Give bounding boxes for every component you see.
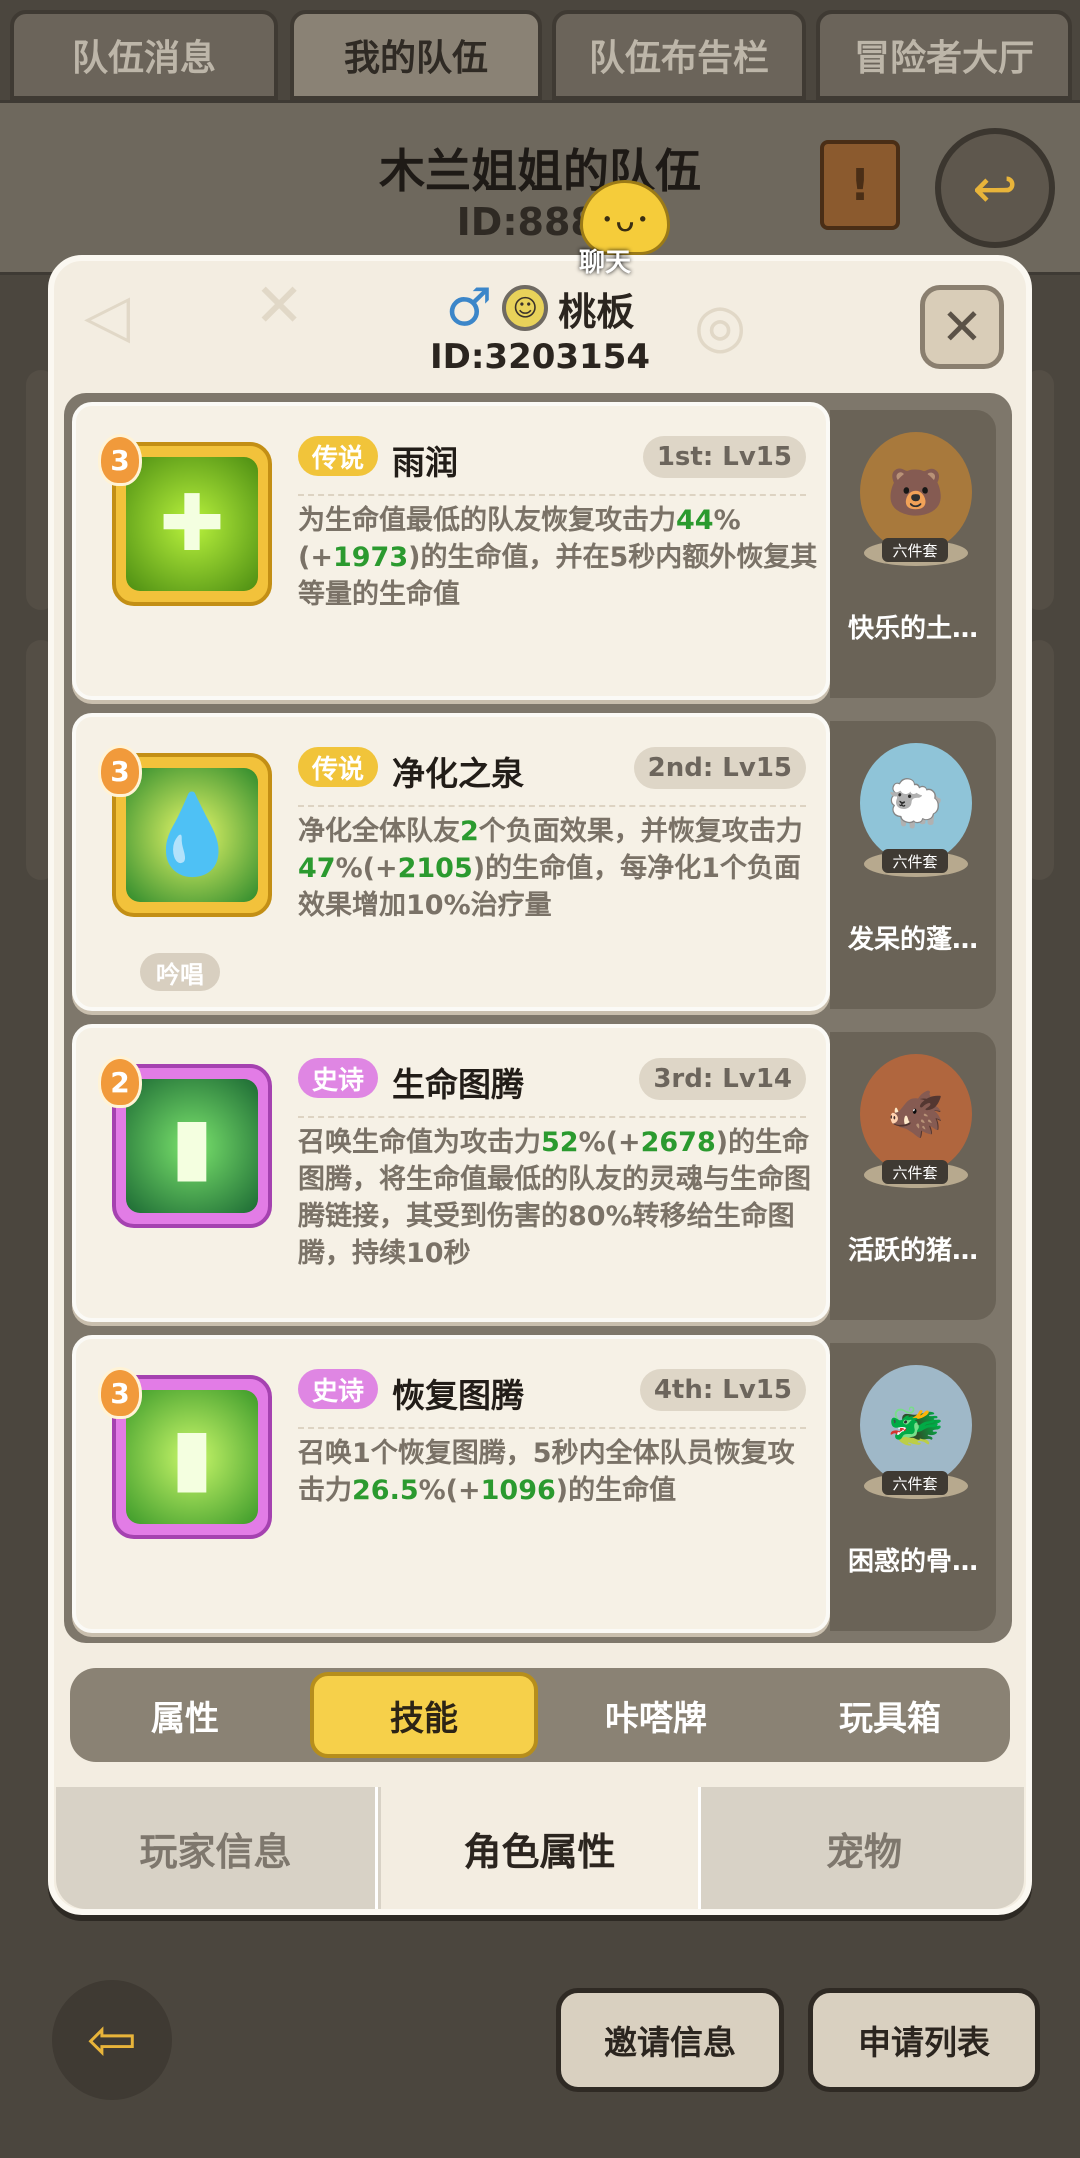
male-icon: ♂ (445, 278, 493, 338)
tab-attributes[interactable]: 属性 (70, 1668, 300, 1762)
top-tab-bar: 队伍消息 我的队伍 队伍布告栏 冒险者大厅 (0, 0, 1080, 105)
pet-name: 困惑的骨… (847, 1547, 978, 1577)
set-tag: 六件套 (882, 1471, 948, 1495)
skill-level-badge: 2 (98, 1056, 142, 1108)
divider (298, 1427, 806, 1429)
tab-character-attributes[interactable]: 角色属性 (381, 1787, 701, 1909)
skill-card[interactable]: ▮ 2 史诗 生命图腾 3rd: Lv14 召唤生命值为攻击力52%(+2678… (72, 1024, 830, 1322)
close-icon: ✕ (941, 298, 983, 356)
divider (298, 494, 806, 496)
pet-name: 发呆的蓬… (847, 925, 978, 955)
avatar: ☺ (502, 285, 549, 331)
exit-team-icon[interactable]: ↩ (935, 128, 1055, 248)
tab-team-messages[interactable]: 队伍消息 (10, 10, 278, 100)
pet-name: 快乐的土… (847, 614, 978, 644)
skill-name: 净化之泉 (392, 754, 524, 793)
set-tag: 六件套 (882, 538, 948, 562)
pet-figure-image: 🐑 (860, 743, 972, 863)
skill-description: 净化全体队友2个负面效果，并恢复攻击力47%(+2105)的生命值，每净化1个负… (298, 816, 803, 921)
skill-level-badge: 3 (98, 745, 142, 797)
player-header: ♂ ☺ 桃板 (0, 278, 1080, 338)
skill-level-badge: 3 (98, 434, 142, 486)
skill-name: 生命图腾 (392, 1065, 524, 1104)
player-name: 桃板 (558, 289, 635, 334)
skill-description: 召唤生命值为攻击力52%(+2678)的生命图腾，将生命值最低的队友的灵魂与生命… (298, 1127, 811, 1269)
pet-card[interactable]: 🐲 六件套 困惑的骨… (830, 1343, 996, 1631)
dialog-bottom-tabs: 玩家信息 角色属性 宠物 (56, 1787, 1024, 1909)
tab-player-info[interactable]: 玩家信息 (56, 1787, 378, 1909)
pet-card[interactable]: 🐑 六件套 发呆的蓬… (830, 721, 996, 1009)
apply-list-button[interactable]: 申请列表 (808, 1988, 1040, 2092)
skill-card[interactable]: ▮ 3 史诗 恢复图腾 4th: Lv15 召唤1个恢复图腾，5秒内全体队员恢复… (72, 1335, 830, 1633)
sub-tab-bar: 属性 技能 咔嗒牌 玩具箱 (70, 1668, 1010, 1762)
rarity-badge: 传说 (298, 436, 379, 476)
chat-label[interactable]: 聊天 (565, 242, 645, 279)
tab-toybox[interactable]: 玩具箱 (774, 1668, 1006, 1762)
rarity-badge: 传说 (298, 747, 379, 787)
pet-card[interactable]: 🐗 六件套 活跃的猪… (830, 1032, 996, 1320)
team-id: ID:8886 (456, 200, 624, 244)
skill-name: 雨润 (392, 443, 458, 482)
skill-slot-level: 1st: Lv15 (642, 436, 806, 478)
tab-cards[interactable]: 咔嗒牌 (540, 1668, 772, 1762)
back-arrow-icon[interactable]: ⇦ (52, 1980, 172, 2100)
skill-level-badge: 3 (98, 1367, 142, 1419)
divider (298, 1116, 806, 1118)
team-title: 木兰姐姐的队伍 (379, 144, 701, 198)
rarity-badge: 史诗 (298, 1058, 379, 1098)
pet-figure-image: 🐻 (860, 432, 972, 552)
pet-name: 活跃的猪… (847, 1236, 978, 1266)
skill-description: 召唤1个恢复图腾，5秒内全体队员恢复攻击力26.5%(+1096)的生命值 (298, 1438, 795, 1506)
skill-slot-level: 4th: Lv15 (639, 1369, 806, 1411)
notice-board-icon[interactable]: ! (820, 140, 900, 230)
skill-description: 为生命值最低的队友恢复攻击力44%(+1973)的生命值，并在5秒内额外恢复其等… (298, 505, 818, 610)
tab-team-bulletin[interactable]: 队伍布告栏 (552, 10, 806, 100)
skill-slot-level: 2nd: Lv15 (633, 747, 806, 789)
invite-info-button[interactable]: 邀请信息 (556, 1988, 784, 2092)
skill-slot-level: 3rd: Lv14 (639, 1058, 806, 1100)
rarity-badge: 史诗 (298, 1369, 379, 1409)
skill-card[interactable]: 💧 3 传说 净化之泉 2nd: Lv15 净化全体队友2个负面效果，并恢复攻击… (72, 713, 830, 1011)
close-button[interactable]: ✕ (920, 285, 1004, 369)
skill-name: 恢复图腾 (392, 1376, 524, 1415)
pet-card[interactable]: 🐻 六件套 快乐的土… (830, 410, 996, 698)
set-tag: 六件套 (882, 849, 948, 873)
pet-figure-image: 🐗 (860, 1054, 972, 1174)
set-tag: 六件套 (882, 1160, 948, 1184)
chant-tag: 吟唱 (140, 953, 220, 991)
tab-skills[interactable]: 技能 (310, 1672, 538, 1758)
skill-card[interactable]: ✚ 3 传说 雨润 1st: Lv15 为生命值最低的队友恢复攻击力44%(+1… (72, 402, 830, 700)
tab-my-team[interactable]: 我的队伍 (290, 10, 542, 100)
tab-adventurer-hall[interactable]: 冒险者大厅 (816, 10, 1072, 100)
player-id: ID:3203154 (429, 337, 651, 377)
pet-figure-image: 🐲 (860, 1365, 972, 1485)
divider (298, 805, 806, 807)
tab-pets[interactable]: 宠物 (704, 1787, 1024, 1909)
